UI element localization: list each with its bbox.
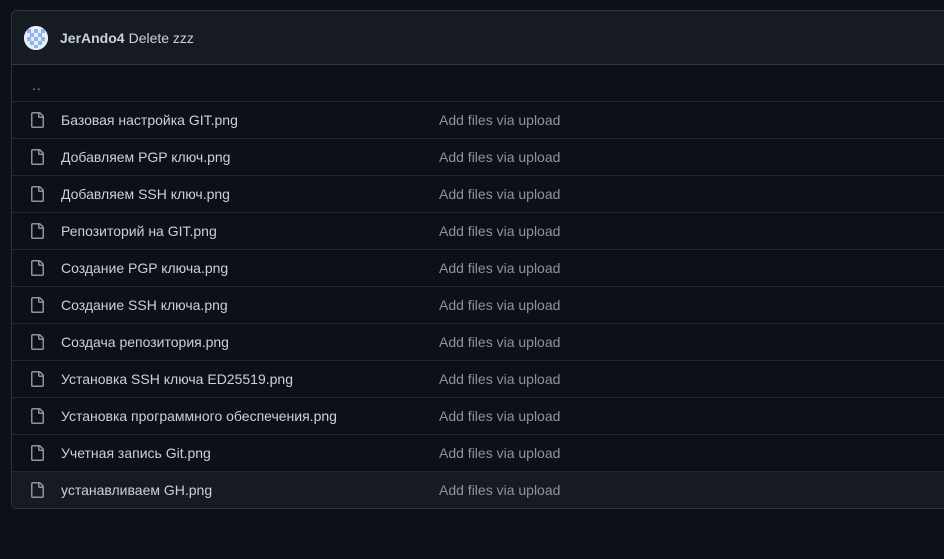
file-icon (31, 408, 44, 424)
file-icon (31, 112, 44, 128)
file-name-link[interactable]: Создача репозитория.png (61, 334, 439, 350)
file-name-link[interactable]: Добавляем SSH ключ.png (61, 186, 439, 202)
avatar[interactable] (24, 25, 48, 50)
file-row[interactable]: Базовая настройка GIT.png Add files via … (12, 101, 944, 138)
file-commit-message-link[interactable]: Add files via upload (439, 112, 560, 128)
file-name-link[interactable]: Установка программного обеспечения.png (61, 408, 439, 424)
file-row[interactable]: Создание PGP ключа.png Add files via upl… (12, 249, 944, 286)
file-icon (31, 371, 44, 387)
latest-commit-header: JerAndo4 Delete zzz (12, 11, 944, 65)
file-icon (31, 297, 44, 313)
file-commit-message-link[interactable]: Add files via upload (439, 482, 560, 498)
file-list-box: JerAndo4 Delete zzz .. Базовая настройка… (11, 10, 944, 509)
file-commit-message-link[interactable]: Add files via upload (439, 445, 560, 461)
file-row[interactable]: Создача репозитория.png Add files via up… (12, 323, 944, 360)
file-row[interactable]: Учетная запись Git.png Add files via upl… (12, 434, 944, 471)
file-commit-message-link[interactable]: Add files via upload (439, 186, 560, 202)
commit-message-link[interactable]: Delete zzz (129, 30, 194, 46)
file-commit-message-link[interactable]: Add files via upload (439, 149, 560, 165)
file-icon (31, 223, 44, 239)
file-row[interactable]: Репозиторий на GIT.png Add files via upl… (12, 212, 944, 249)
file-name-link[interactable]: Создание SSH ключа.png (61, 297, 439, 313)
file-icon (31, 482, 44, 498)
commit-author-link[interactable]: JerAndo4 (60, 30, 125, 46)
file-row[interactable]: Установка SSH ключа ED25519.png Add file… (12, 360, 944, 397)
file-commit-message-link[interactable]: Add files via upload (439, 223, 560, 239)
file-row[interactable]: Добавляем PGP ключ.png Add files via upl… (12, 138, 944, 175)
file-commit-message-link[interactable]: Add files via upload (439, 408, 560, 424)
file-rows: Базовая настройка GIT.png Add files via … (12, 101, 944, 508)
file-commit-message-link[interactable]: Add files via upload (439, 297, 560, 313)
file-name-link[interactable]: Добавляем PGP ключ.png (61, 149, 439, 165)
file-row[interactable]: Добавляем SSH ключ.png Add files via upl… (12, 175, 944, 212)
file-icon (31, 260, 44, 276)
file-commit-message-link[interactable]: Add files via upload (439, 260, 560, 276)
file-name-link[interactable]: устанавливаем GH.png (61, 482, 439, 498)
file-name-link[interactable]: Установка SSH ключа ED25519.png (61, 371, 439, 387)
file-icon (31, 445, 44, 461)
file-commit-message-link[interactable]: Add files via upload (439, 371, 560, 387)
file-name-link[interactable]: Создание PGP ключа.png (61, 260, 439, 276)
parent-directory-row[interactable]: .. (12, 65, 944, 101)
file-row[interactable]: Создание SSH ключа.png Add files via upl… (12, 286, 944, 323)
file-row[interactable]: Установка программного обеспечения.png A… (12, 397, 944, 434)
file-row[interactable]: устанавливаем GH.png Add files via uploa… (12, 471, 944, 508)
file-commit-message-link[interactable]: Add files via upload (439, 334, 560, 350)
file-name-link[interactable]: Репозиторий на GIT.png (61, 223, 439, 239)
file-name-link[interactable]: Учетная запись Git.png (61, 445, 439, 461)
file-icon (31, 186, 44, 202)
file-icon (31, 149, 44, 165)
file-name-link[interactable]: Базовая настройка GIT.png (61, 112, 439, 128)
parent-directory-link[interactable]: .. (12, 77, 42, 93)
file-icon (31, 334, 44, 350)
